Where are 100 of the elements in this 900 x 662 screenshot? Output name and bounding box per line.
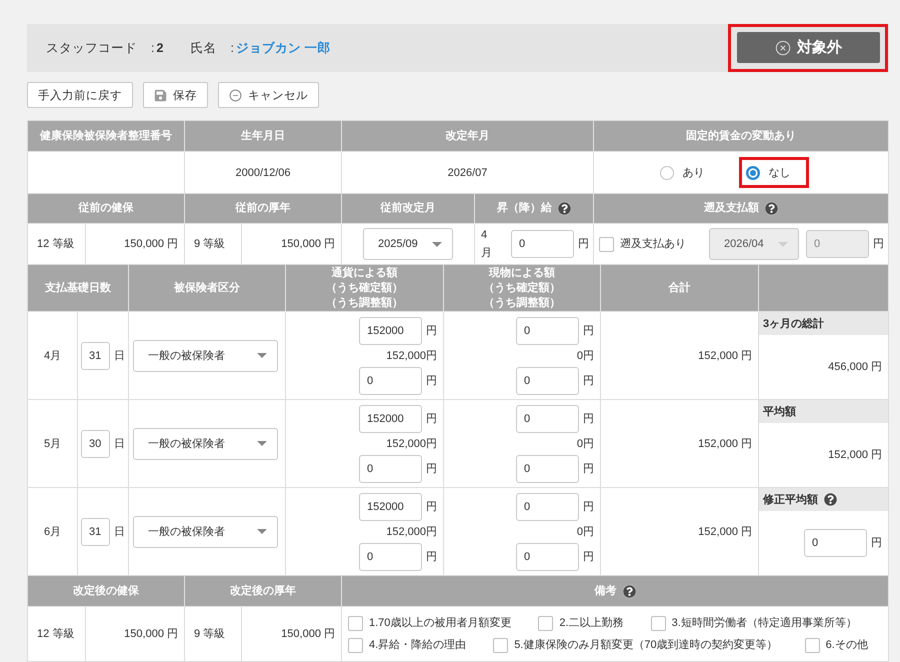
amount-input[interactable]: 0: [359, 454, 422, 482]
month-label: 4月: [44, 348, 62, 364]
checkbox-option[interactable]: 3.短時間労働者（特定適用事業所等）: [650, 615, 857, 631]
unit-label: 円: [426, 374, 437, 388]
grade-label: 12 等級: [37, 237, 74, 252]
exclude-button[interactable]: 対象外: [737, 32, 880, 63]
column-header: 支払基礎日数: [28, 265, 129, 312]
unit-label: 円: [426, 500, 437, 514]
colon-separator: :: [230, 41, 234, 55]
unit-label: 円: [583, 374, 594, 388]
month-label: 4月: [481, 228, 492, 261]
unit-label: 円: [426, 412, 437, 426]
x-circle-icon: [775, 40, 791, 56]
summary-value: 456,000 円: [828, 360, 882, 375]
column-header: 改定後の健保: [28, 576, 185, 607]
unit-label: 円: [873, 237, 884, 252]
amount-value: 150,000 円: [124, 237, 178, 252]
unit-label: 円: [583, 500, 594, 514]
birth-date: 2000/12/06: [235, 166, 291, 180]
amount-input[interactable]: 152000: [359, 492, 422, 520]
column-header: 生年月日: [185, 121, 342, 152]
column-header: 固定的賃金の変動あり: [594, 121, 889, 152]
fixed-amount: 152,000円: [386, 436, 437, 452]
field-value: 2: [156, 41, 164, 55]
unit-label: 円: [578, 237, 589, 252]
month-label: 5月: [44, 436, 62, 452]
unit-label: 日: [114, 524, 125, 540]
total-amount: 152,000 円: [698, 524, 752, 540]
unit-label: 円: [426, 550, 437, 564]
amount-input[interactable]: 0: [804, 529, 867, 557]
unit-label: 円: [583, 462, 594, 476]
amount-input[interactable]: 152000: [359, 316, 422, 344]
amount-value: 150,000 円: [281, 627, 335, 642]
header-label: 遡及支払額: [704, 201, 759, 216]
unit-label: 円: [583, 324, 594, 338]
column-header: 従前の健保: [28, 194, 185, 224]
grade-label: 9 等級: [194, 237, 226, 252]
checkbox-option[interactable]: 遡及支払あり: [599, 236, 686, 252]
days-input[interactable]: 31: [81, 518, 110, 546]
caret-icon: [257, 529, 267, 534]
category-select[interactable]: 一般の被保険者: [133, 428, 278, 460]
amount-input[interactable]: 0: [516, 316, 579, 344]
action-button[interactable]: 保存: [143, 82, 208, 108]
checkbox-option[interactable]: 6.その他: [804, 637, 868, 653]
minus-circle-icon: [229, 88, 242, 102]
field-label: スタッフコード: [46, 40, 137, 56]
amount-input[interactable]: 0: [516, 542, 579, 570]
amount-input[interactable]: 0: [359, 366, 422, 394]
column-header: 健康保険被保険者整理番号: [28, 121, 185, 152]
action-button[interactable]: 手入力前に戻す: [27, 82, 133, 108]
unit-label: 日: [114, 436, 125, 452]
summary-label: 平均額: [759, 400, 888, 423]
total-amount: 152,000 円: [698, 436, 752, 452]
amount-input[interactable]: 0: [359, 542, 422, 570]
column-header: 従前の厚年: [185, 194, 342, 224]
fixed-amount: 152,000円: [386, 524, 437, 540]
amount-input[interactable]: 0: [516, 454, 579, 482]
amount-input[interactable]: 0: [511, 230, 574, 258]
checkbox-option[interactable]: 4.昇給・降給の理由: [348, 637, 466, 653]
fixed-amount: 152,000円: [386, 348, 437, 364]
action-button[interactable]: キャンセル: [218, 82, 319, 108]
category-select[interactable]: 一般の被保険者: [133, 516, 278, 548]
caret-icon: [778, 242, 788, 246]
unit-label: 日: [114, 348, 125, 364]
revision-month: 2026/07: [448, 166, 488, 180]
header-label: 昇（降）給: [497, 201, 552, 216]
column-header: 改定年月: [342, 121, 594, 152]
column-header: 改定後の厚年: [185, 576, 342, 607]
amount-input[interactable]: 0: [516, 366, 579, 394]
fixed-amount: 0円: [576, 436, 594, 452]
checkbox-option[interactable]: 5.健康保険のみ月額変更（70歳到達時の契約変更等）: [493, 637, 778, 653]
total-amount: 152,000 円: [698, 348, 752, 364]
summary-label: 3ヶ月の総計: [759, 312, 888, 335]
grade-label: 9 等級: [194, 627, 226, 642]
amount-input[interactable]: 152000: [359, 404, 422, 432]
column-header: 従前改定月: [342, 194, 475, 224]
amount-input[interactable]: 0: [516, 404, 579, 432]
fixed-amount: 0円: [576, 524, 594, 540]
amount-input[interactable]: 0: [516, 492, 579, 520]
month-label: 6月: [44, 524, 62, 540]
unit-label: 円: [583, 412, 594, 426]
unit-label: 円: [426, 462, 437, 476]
field-label: 氏名: [190, 40, 216, 56]
summary-value: 152,000 円: [828, 448, 882, 463]
radio-option[interactable]: なし: [746, 163, 790, 182]
column-header: 現物による額 （うち確定額） （うち調整額）: [444, 265, 601, 312]
colon-separator: :: [151, 41, 154, 55]
checkbox-option[interactable]: 1.70歳以上の被用者月額変更: [348, 615, 512, 631]
unit-label: 円: [583, 550, 594, 564]
checkbox-option[interactable]: 2.二以上勤務: [538, 615, 624, 631]
days-input[interactable]: 30: [81, 430, 110, 458]
amount-value: 150,000 円: [124, 627, 178, 642]
grade-label: 12 等級: [37, 627, 74, 642]
days-input[interactable]: 31: [81, 342, 110, 370]
category-select[interactable]: 一般の被保険者: [133, 340, 278, 372]
radio-option[interactable]: あり: [660, 163, 704, 182]
caret-icon: [257, 441, 267, 446]
header-label: 備考: [594, 584, 616, 598]
month-select[interactable]: 2025/09: [363, 228, 453, 260]
caret-icon: [257, 353, 267, 358]
